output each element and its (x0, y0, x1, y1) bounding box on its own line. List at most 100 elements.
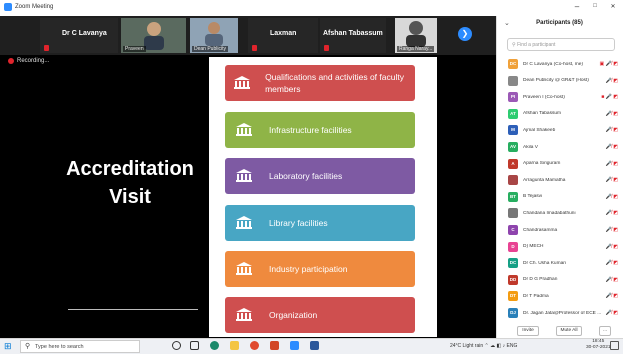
file-explorer-icon[interactable] (230, 341, 239, 350)
participant-row[interactable]: C Chandrasamma 🎤̸ ◩ (508, 224, 618, 236)
notification-icon[interactable] (610, 341, 619, 350)
avatar: AT (508, 108, 518, 119)
cortana-icon[interactable] (172, 341, 181, 350)
avatar: M (508, 125, 518, 136)
minimize-button[interactable]: – (571, 2, 583, 11)
participant-name: Dr C Lavanya (62, 30, 107, 37)
slide-item: Industry participation (225, 251, 415, 287)
slide-item: Qualifications and activities of faculty… (225, 65, 415, 101)
mic-camera-status-icon[interactable]: 🎤̸ ◩ (606, 227, 618, 233)
participant-row[interactable]: AT Afshan Tabassum 🎤̸ ◩ (508, 108, 618, 120)
task-view-icon[interactable] (190, 341, 199, 350)
slide-item-label: Infrastructure facilities (269, 125, 352, 135)
participant-row[interactable]: DJ Dr. Jagan Jata@Professor of ECE ... 🎤̸ … (508, 307, 618, 319)
zoom-taskbar-icon[interactable] (290, 341, 299, 350)
mic-camera-status-icon[interactable]: 🎤̸ ◩ (606, 260, 618, 266)
participant-row[interactable]: DC Dr C Lavanya (Co-host, me) ▣ 🎤̸ ◩ (508, 58, 618, 70)
slide-item-label: Qualifications and activities of faculty… (265, 72, 404, 94)
chrome-icon[interactable] (250, 341, 259, 350)
windows-start-icon[interactable]: ⊞ (4, 341, 12, 352)
avatar: C (508, 225, 518, 235)
next-page-button[interactable]: ❯ (458, 27, 472, 41)
video-tile[interactable]: Dr C Lavanya (40, 18, 118, 53)
mic-camera-status-icon[interactable]: ■ 🎤 ◩ (601, 94, 618, 100)
title-bar: Zoom Meeting – □ ✕ (0, 0, 623, 16)
mic-camera-status-icon[interactable]: 🎤̸ ◩ (606, 210, 618, 216)
language-label: ENG (506, 343, 518, 349)
maximize-button[interactable]: □ (589, 3, 601, 9)
avatar: AV (508, 142, 518, 152)
more-button[interactable]: ... (599, 326, 611, 336)
participant-name: Arragunta Mamatha (523, 177, 566, 183)
recording-indicator[interactable]: Recording... (8, 58, 49, 64)
recording-label: Recording... (17, 58, 50, 64)
participant-name: Dr D G Pradhan (523, 277, 558, 283)
mic-camera-status-icon[interactable]: 🎤̸ ◩ (606, 127, 618, 133)
participant-name: Aparna Siriguram (523, 161, 561, 167)
slide-panel: Qualifications and activities of faculty… (209, 57, 437, 337)
mic-camera-status-icon[interactable]: 🎤̸ ◩ (606, 277, 618, 283)
participant-search-input[interactable]: ⚲ Find a participant (507, 38, 615, 51)
mic-camera-status-icon[interactable]: 🎤̸ ◩ (606, 111, 618, 117)
powerpoint-icon[interactable] (270, 341, 279, 350)
taskbar-search-input[interactable]: ⚲ Type here to search (20, 340, 140, 353)
building-icon (231, 75, 253, 91)
slide-title-line: Visit (109, 186, 151, 208)
search-icon: ⚲ (25, 343, 31, 350)
participant-row[interactable]: Arragunta Mamatha 🎤̸ ◩ (508, 174, 618, 186)
tray-icons: ⌃ ☁ ◧ ♪ (484, 343, 507, 349)
edge-browser-icon[interactable] (210, 341, 219, 350)
mic-camera-status-icon[interactable]: 🎤̸ ◩ (606, 161, 618, 167)
participant-row[interactable]: AV Akila V 🎤̸ ◩ (508, 141, 618, 153)
close-button[interactable]: ✕ (607, 3, 619, 10)
mic-camera-status-icon[interactable]: 🎤̸ ◩ (606, 310, 618, 316)
weather-label: 24°C Light rain (450, 343, 484, 349)
mic-camera-status-icon[interactable]: 🎤̸ ◩ (606, 194, 618, 200)
mic-camera-status-icon[interactable]: 🎤̸ ◩ (606, 78, 618, 84)
avatar (508, 208, 518, 219)
video-tile[interactable]: Dean Publicity (190, 18, 238, 53)
participant-name: Dr T Padma (523, 293, 549, 299)
video-tile[interactable]: Laxman (248, 18, 318, 53)
participant-row[interactable]: M Ajmal Shakeeb 🎤̸ ◩ (508, 124, 618, 136)
zoom-logo-icon (4, 3, 12, 11)
mic-camera-status-icon[interactable]: ▣ 🎤̸ ◩ (600, 61, 618, 67)
building-icon (231, 307, 257, 323)
avatar: PI (508, 92, 518, 103)
participant-row[interactable]: PI Praveen I (Co-host) ■ 🎤 ◩ (508, 91, 618, 103)
participant-name: Chandana Imadabathuni (523, 210, 576, 216)
participant-name: Akila V (523, 144, 538, 150)
muted-mic-icon (252, 45, 257, 51)
participant-name: Dr Ch. Usha Kumari (523, 260, 566, 266)
video-tile[interactable]: Ranga Naray... (395, 18, 437, 53)
participant-row[interactable]: BT B Tejasvi 🎤̸ ◩ (508, 191, 618, 203)
participant-row[interactable]: DD Dr D G Pradhan 🎤̸ ◩ (508, 274, 618, 286)
participant-row[interactable]: A Aparna Siriguram 🎤̸ ◩ (508, 158, 618, 170)
mic-camera-status-icon[interactable]: 🎤̸ ◩ (606, 177, 618, 183)
word-icon[interactable] (310, 341, 319, 350)
video-tile[interactable]: Afshan Tabassum (320, 18, 386, 53)
slide-item-label: Library facilities (269, 218, 328, 228)
slide-divider (68, 309, 198, 310)
search-placeholder: Find a participant (517, 42, 556, 48)
slide-item-label: Laboratory facilities (269, 171, 343, 181)
avatar: DC (508, 59, 518, 69)
avatar: A (508, 158, 518, 169)
mic-camera-status-icon[interactable]: 🎤̸ ◩ (606, 244, 618, 250)
mic-camera-status-icon[interactable]: 🎤̸ ◩ (606, 144, 618, 150)
participant-name: Afshan Tabassum (323, 30, 383, 37)
participant-row[interactable]: DC Dr Ch. Usha Kumari 🎤̸ ◩ (508, 257, 618, 269)
participant-row[interactable]: DT Dr T Padma 🎤̸ ◩ (508, 290, 618, 302)
slide-item-label: Industry participation (269, 264, 348, 274)
slide-item: Laboratory facilities (225, 158, 415, 194)
mute-all-button[interactable]: Mute All (556, 326, 582, 336)
video-tile[interactable]: Praveen (121, 18, 186, 53)
invite-button[interactable]: Invite (517, 326, 539, 336)
participant-row[interactable]: Dean Publicity @ GR&T (Host) 🎤̸ ◩ (508, 75, 618, 87)
mic-camera-status-icon[interactable]: 🎤̸ ◩ (606, 293, 618, 299)
clock[interactable]: 18:45 30-07-2021 (586, 339, 611, 351)
participant-row[interactable]: Chandana Imadabathuni 🎤̸ ◩ (508, 207, 618, 219)
participant-row[interactable]: D D) MECH 🎤̸ ◩ (508, 241, 618, 253)
system-tray[interactable]: 24°C Light rain ⌃ ☁ ◧ ♪ ENG (450, 343, 517, 349)
participant-name: Dr C Lavanya (Co-host, me) (523, 61, 583, 67)
